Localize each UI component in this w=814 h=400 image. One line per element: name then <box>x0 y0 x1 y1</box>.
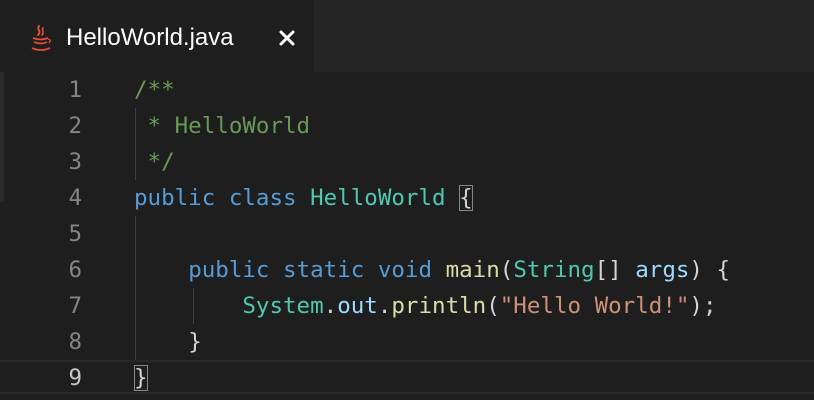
line-number: 3 <box>68 149 82 175</box>
code-line[interactable]: 1 /** <box>0 72 814 108</box>
line-number: 9 <box>68 365 82 391</box>
code-token: ( <box>486 293 500 319</box>
tab-helloworld-java[interactable]: HelloWorld.java <box>0 0 314 72</box>
code-token: System <box>242 293 324 319</box>
code-token: public <box>134 185 216 211</box>
line-code: System.out.println("Hello World!"); <box>134 288 717 324</box>
line-code: } <box>134 360 148 396</box>
close-icon[interactable] <box>274 25 300 51</box>
code-editor[interactable]: 1/** 2 * HelloWorld 3 */4 public class Hell… <box>0 72 814 400</box>
code-token: static <box>283 257 365 283</box>
line-number: 2 <box>68 113 82 139</box>
line-number: 1 <box>68 77 82 103</box>
code-line[interactable]: 4 public class HelloWorld { <box>0 180 814 216</box>
code-token: args <box>635 257 690 283</box>
line-code: public class HelloWorld { <box>134 180 473 216</box>
code-line[interactable]: 2 * HelloWorld <box>0 108 814 144</box>
code-token: println <box>391 293 487 319</box>
code-token: [] <box>594 257 636 283</box>
code-token: /** <box>134 77 175 103</box>
tab-title: HelloWorld.java <box>66 24 234 51</box>
code-token: String <box>513 257 595 283</box>
code-token: ) { <box>689 257 731 283</box>
code-line[interactable]: 5 <box>0 216 814 252</box>
line-code: public static void main(String[] args) { <box>134 252 730 288</box>
code-token: */ <box>134 149 175 175</box>
matched-brace: } <box>134 365 148 391</box>
code-line[interactable]: 9} <box>0 360 814 396</box>
line-number: 7 <box>68 293 82 319</box>
line-number: 8 <box>68 329 82 355</box>
code-token: class <box>228 185 297 211</box>
code-token: out <box>337 293 378 319</box>
line-code: */ <box>134 144 175 180</box>
line-code: } <box>134 324 202 360</box>
code-token: main <box>445 257 500 283</box>
code-line[interactable]: 6 public static void main(String[] args)… <box>0 252 814 288</box>
code-token: ( <box>499 257 514 283</box>
code-line[interactable]: 8 } <box>0 324 814 360</box>
line-code: * HelloWorld <box>134 108 311 144</box>
code-token: } <box>188 329 202 355</box>
code-token: void <box>377 257 433 283</box>
line-number: 5 <box>68 221 82 247</box>
code-token: ); <box>689 293 717 319</box>
code-token: . <box>377 293 392 319</box>
line-number: 6 <box>68 257 82 283</box>
code-line[interactable]: 7 System.out.println("Hello World!"); <box>0 288 814 324</box>
tab-bar: HelloWorld.java <box>0 0 814 72</box>
editor-window: HelloWorld.java 1/** 2 * HelloWorld 3 */4 p… <box>0 0 814 400</box>
code-token: public <box>188 257 270 283</box>
line-number: 4 <box>68 185 82 211</box>
java-coffee-cup-icon <box>30 24 52 52</box>
code-line[interactable]: 3 */ <box>0 144 814 180</box>
code-token: HelloWorld <box>310 185 446 211</box>
code-token: "Hello World!" <box>499 293 690 319</box>
code-token: . <box>323 293 338 319</box>
line-code: /** <box>134 72 175 108</box>
code-token: * HelloWorld <box>134 113 311 139</box>
matched-brace: { <box>459 185 473 211</box>
